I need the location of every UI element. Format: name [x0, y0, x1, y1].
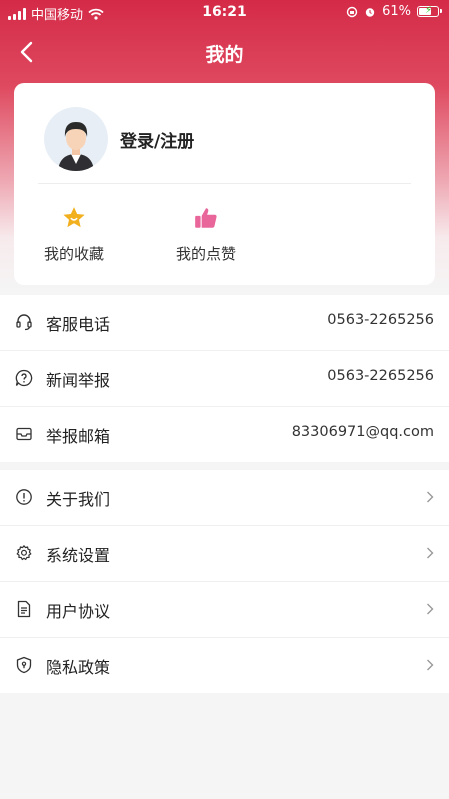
- list-item-label: 关于我们: [46, 490, 111, 509]
- list-item-report-email[interactable]: 举报邮箱 83306971@qq.com: [0, 407, 449, 462]
- contact-list: 客服电话 0563-2265256 新闻举报 0563-2265256 举报邮箱…: [0, 295, 449, 462]
- list-item-label: 客服电话: [46, 315, 111, 334]
- report-icon: [15, 369, 33, 387]
- star-icon: [63, 207, 85, 228]
- customer-service-phone[interactable]: 0563-2265256: [327, 312, 434, 328]
- likes-label: 我的点赞: [175, 245, 236, 263]
- mail-icon: [16, 427, 32, 441]
- battery-icon: ⚡: [417, 5, 442, 17]
- likes-button[interactable]: 我的点赞: [151, 203, 261, 264]
- card-divider: [38, 183, 411, 184]
- avatar-person-icon: [58, 122, 94, 171]
- chevron-right-icon: [427, 547, 434, 559]
- info-icon: [16, 489, 32, 505]
- list-item-label: 举报邮箱: [46, 427, 111, 446]
- chevron-right-icon: [427, 491, 434, 503]
- news-report-phone[interactable]: 0563-2265256: [327, 368, 434, 384]
- document-icon: [17, 600, 31, 618]
- list-item-privacy-policy[interactable]: 隐私政策: [0, 638, 449, 693]
- status-bar: 中国移动 16:21 61% ⚡: [0, 0, 449, 26]
- list-item-news-report[interactable]: 新闻举报 0563-2265256: [0, 351, 449, 407]
- report-email-address[interactable]: 83306971@qq.com: [292, 424, 434, 440]
- favorites-label: 我的收藏: [43, 245, 104, 263]
- list-item-label: 新闻举报: [46, 371, 111, 390]
- list-item-label: 系统设置: [46, 546, 111, 565]
- page-title: 我的: [205, 44, 244, 66]
- list-item-customer-service[interactable]: 客服电话 0563-2265256: [0, 295, 449, 351]
- chevron-right-icon: [427, 659, 434, 671]
- headset-icon: [16, 314, 32, 331]
- nav-bar: 我的: [0, 26, 449, 80]
- avatar[interactable]: [44, 107, 108, 171]
- favorites-button[interactable]: 我的收藏: [19, 203, 129, 264]
- orientation-lock-icon: [346, 6, 358, 17]
- list-item-about-us[interactable]: 关于我们: [0, 470, 449, 526]
- thumbs-up-icon: [195, 208, 217, 228]
- profile-card: 登录/注册 我的收藏 我的点赞: [14, 83, 435, 285]
- battery-percent: 61%: [382, 4, 411, 19]
- shield-icon: [16, 656, 32, 674]
- list-item-label: 隐私政策: [46, 658, 111, 677]
- list-item-system-settings[interactable]: 系统设置: [0, 526, 449, 582]
- list-item-user-agreement[interactable]: 用户协议: [0, 582, 449, 638]
- login-register-link[interactable]: 登录/注册: [120, 127, 194, 152]
- settings-list: 关于我们 系统设置 用户协议 隐私政策: [0, 470, 449, 693]
- gear-icon: [16, 545, 32, 561]
- list-item-label: 用户协议: [46, 602, 111, 621]
- chevron-right-icon: [427, 603, 434, 615]
- alarm-icon: [365, 7, 375, 17]
